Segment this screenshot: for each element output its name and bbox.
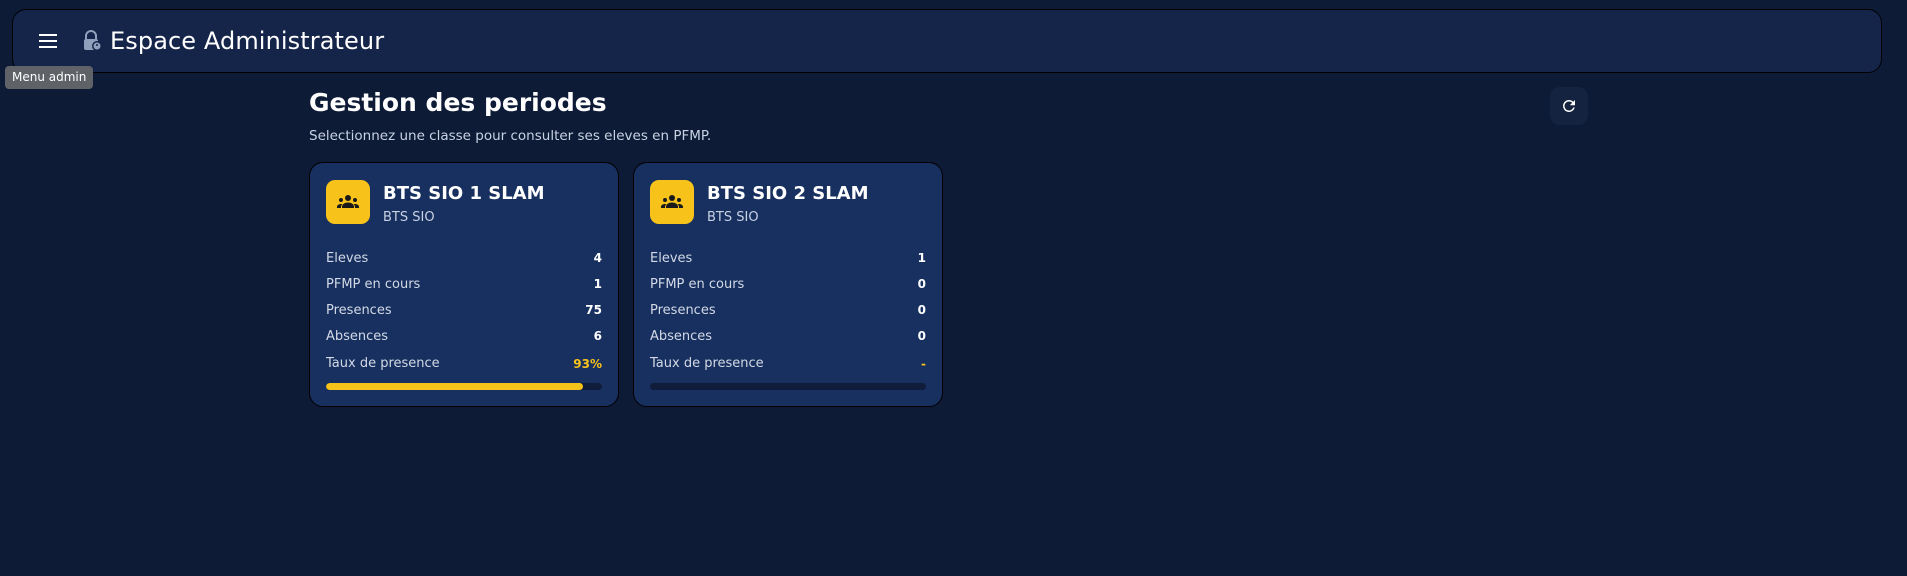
menu-tooltip: Menu admin: [5, 66, 94, 89]
page-subtitle: Selectionnez une classe pour consulter s…: [309, 128, 712, 144]
presence-progress-bar: [326, 383, 602, 390]
stat-value: 1: [593, 277, 602, 291]
stat-row-absences: Absences 6: [326, 323, 602, 349]
stat-label: PFMP en cours: [650, 276, 745, 292]
stat-label: Absences: [650, 328, 713, 344]
class-card[interactable]: BTS SIO 2 SLAM BTS SIO Eleves 1 PFMP en …: [633, 162, 943, 407]
stat-label: Absences: [326, 328, 389, 344]
rate-label: Taux de presence: [650, 356, 764, 371]
group-icon: [326, 180, 370, 224]
stat-value: 6: [593, 329, 602, 343]
stat-row-pfmp: PFMP en cours 1: [326, 271, 602, 297]
class-card[interactable]: BTS SIO 1 SLAM BTS SIO Eleves 4 PFMP en …: [309, 162, 619, 407]
stat-value: 1: [917, 251, 926, 265]
stat-value: 0: [917, 329, 926, 343]
stat-row-pfmp: PFMP en cours 0: [650, 271, 926, 297]
card-title: BTS SIO 1 SLAM: [383, 183, 545, 204]
refresh-icon: [1562, 99, 1575, 112]
rate-value: 93%: [573, 356, 602, 371]
stat-value: 75: [585, 303, 602, 317]
stat-label: Eleves: [326, 250, 369, 266]
group-icon: [650, 180, 694, 224]
stat-label: PFMP en cours: [326, 276, 421, 292]
admin-lock-icon: [80, 29, 104, 53]
card-subtitle: BTS SIO: [707, 210, 759, 225]
stat-row-eleves: Eleves 4: [326, 245, 602, 271]
page-title: Gestion des periodes: [309, 88, 607, 117]
stat-value: 4: [593, 251, 602, 265]
top-app-bar: Espace Administrateur: [12, 9, 1882, 73]
app-title: Espace Administrateur: [110, 27, 385, 55]
stat-label: Eleves: [650, 250, 693, 266]
refresh-button[interactable]: [1550, 87, 1588, 125]
stat-row-eleves: Eleves 1: [650, 245, 926, 271]
stat-label: Presences: [650, 302, 716, 318]
presence-progress-bar: [650, 383, 926, 390]
card-subtitle: BTS SIO: [383, 210, 435, 225]
presence-rate-row: Taux de presence 93%: [326, 356, 602, 371]
stat-value: 0: [917, 303, 926, 317]
hamburger-icon: [39, 34, 57, 48]
progress-fill: [326, 383, 583, 390]
menu-button[interactable]: [26, 19, 70, 63]
rate-value: -: [921, 356, 926, 371]
stat-row-absences: Absences 0: [650, 323, 926, 349]
stat-row-presences: Presences 0: [650, 297, 926, 323]
class-cards: BTS SIO 1 SLAM BTS SIO Eleves 4 PFMP en …: [309, 162, 943, 407]
stat-row-presences: Presences 75: [326, 297, 602, 323]
card-title: BTS SIO 2 SLAM: [707, 183, 869, 204]
stat-label: Presences: [326, 302, 392, 318]
presence-rate-row: Taux de presence -: [650, 356, 926, 371]
stat-value: 0: [917, 277, 926, 291]
rate-label: Taux de presence: [326, 356, 440, 371]
